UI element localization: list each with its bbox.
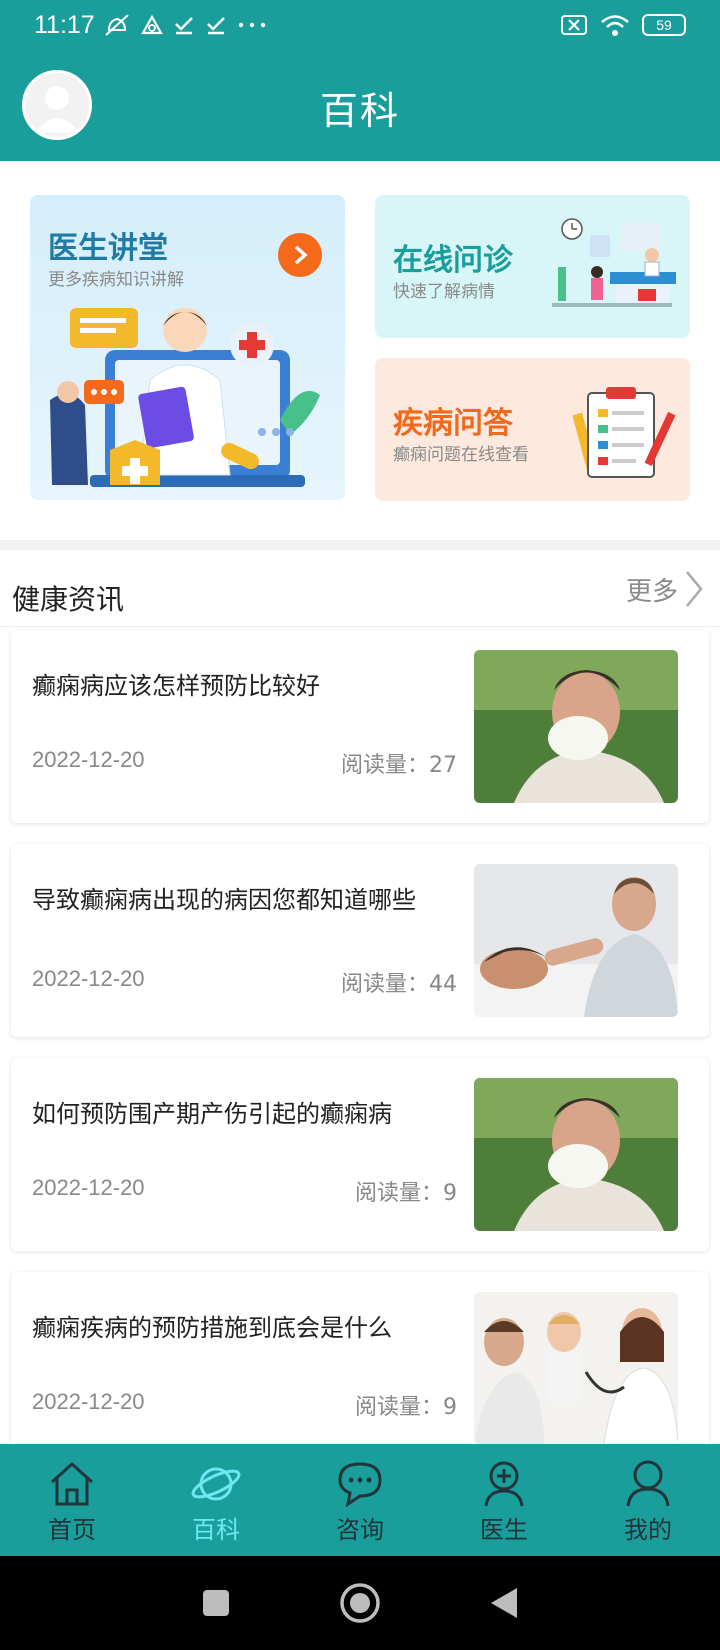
more-link[interactable]: 更多 — [626, 570, 704, 608]
more-dots-icon — [238, 22, 265, 28]
tab-label: 咨询 — [336, 1516, 384, 1544]
news-title: 如何预防围产期产伤引起的癫痫病 — [32, 1100, 392, 1128]
qa-subtitle: 癫痫问题在线查看 — [393, 445, 529, 465]
doctor-child-photo — [474, 864, 678, 1017]
tab-consult[interactable]: 咨询 — [288, 1444, 432, 1556]
tab-home[interactable]: 首页 — [0, 1444, 144, 1556]
chevron-right-icon — [294, 245, 308, 265]
check-icon — [174, 17, 193, 35]
news-reads: 阅读量：9 — [355, 1395, 457, 1420]
doctor-lecture-card[interactable]: 医生讲堂 更多疾病知识讲解 — [30, 195, 345, 500]
news-thumbnail — [474, 1078, 678, 1231]
news-date: 2022-12-20 — [32, 1389, 145, 1414]
doctor-icon — [484, 1461, 524, 1507]
online-subtitle: 快速了解病情 — [393, 282, 495, 302]
chat-icon — [338, 1462, 382, 1508]
family-doctor-photo — [474, 1292, 678, 1445]
tab-doctor[interactable]: 医生 — [432, 1444, 576, 1556]
doctor-illustration — [50, 308, 320, 487]
tab-encyclopedia[interactable]: 百科 — [144, 1444, 288, 1556]
recents-button-icon[interactable] — [201, 1588, 231, 1618]
wifi-icon — [601, 15, 629, 36]
battery-icon: 59 — [642, 14, 686, 36]
clipboard-illustration — [572, 387, 676, 478]
news-title: 癫痫疾病的预防措施到底会是什么 — [32, 1314, 392, 1342]
tab-label: 医生 — [480, 1516, 528, 1544]
man-sneezing-photo — [474, 1078, 678, 1231]
news-title: 癫痫病应该怎样预防比较好 — [32, 672, 320, 700]
man-sneezing-photo — [474, 650, 678, 803]
page-title: 百科 — [319, 89, 400, 133]
news-reads: 阅读量：27 — [341, 753, 457, 778]
screen: 11:17 59 百科 医生讲堂 更多疾病知识讲解 在线问诊 快速了解病情 疾病… — [0, 0, 720, 1650]
news-item[interactable]: 导致癫痫病出现的病因您都知道哪些 2022-12-20 阅读量：44 — [11, 844, 709, 1037]
news-date: 2022-12-20 — [32, 1175, 145, 1200]
tab-label: 我的 — [624, 1516, 672, 1544]
disease-qa-card[interactable]: 疾病问答 癫痫问题在线查看 — [375, 358, 690, 501]
lecture-title: 医生讲堂 — [48, 231, 168, 266]
bottom-tab-bar: 首页 百科 咨询 医生 我的 — [0, 1444, 720, 1556]
news-item[interactable]: 癫痫疾病的预防措施到底会是什么 2022-12-20 阅读量：9 — [11, 1272, 709, 1465]
online-consult-card[interactable]: 在线问诊 快速了解病情 — [375, 195, 690, 338]
section-line — [0, 626, 720, 627]
mute-icon — [105, 14, 129, 36]
app-header: 百科 — [0, 50, 720, 161]
triangle-icon — [140, 14, 163, 35]
status-icons — [103, 13, 267, 37]
sim-error-icon — [561, 15, 587, 35]
check-icon — [206, 17, 225, 35]
health-news-title: 健康资讯 — [12, 583, 125, 616]
news-reads: 阅读量：9 — [355, 1181, 457, 1206]
status-right: 59 — [560, 13, 686, 37]
user-icon — [626, 1460, 670, 1507]
back-button-icon[interactable] — [489, 1586, 519, 1620]
home-button-icon[interactable] — [339, 1582, 381, 1624]
status-bar: 11:17 59 — [0, 0, 720, 50]
news-title: 导致癫痫病出现的病因您都知道哪些 — [32, 886, 416, 914]
tab-label: 首页 — [48, 1516, 96, 1544]
news-date: 2022-12-20 — [32, 747, 145, 772]
lecture-subtitle: 更多疾病知识讲解 — [48, 270, 184, 290]
news-item[interactable]: 如何预防围产期产伤引起的癫痫病 2022-12-20 阅读量：9 — [11, 1058, 709, 1251]
tab-mine[interactable]: 我的 — [576, 1444, 720, 1556]
news-thumbnail — [474, 864, 678, 1017]
clinic-illustration — [552, 218, 676, 307]
planet-icon — [191, 1467, 241, 1501]
system-navigation-bar — [0, 1556, 720, 1650]
online-title: 在线问诊 — [393, 243, 513, 278]
section-divider — [0, 540, 720, 550]
more-label: 更多 — [625, 576, 678, 607]
news-reads: 阅读量：44 — [341, 972, 457, 997]
qa-title: 疾病问答 — [393, 406, 513, 441]
tab-label: 百科 — [192, 1516, 240, 1544]
news-item[interactable]: 癫痫病应该怎样预防比较好 2022-12-20 阅读量：27 — [11, 630, 709, 823]
news-thumbnail — [474, 1292, 678, 1445]
news-thumbnail — [474, 650, 678, 803]
lecture-arrow-button[interactable] — [278, 233, 322, 277]
chevron-right-icon — [686, 571, 703, 607]
news-date: 2022-12-20 — [32, 966, 145, 991]
status-time: 11:17 — [34, 10, 95, 39]
home-icon — [50, 1461, 94, 1506]
